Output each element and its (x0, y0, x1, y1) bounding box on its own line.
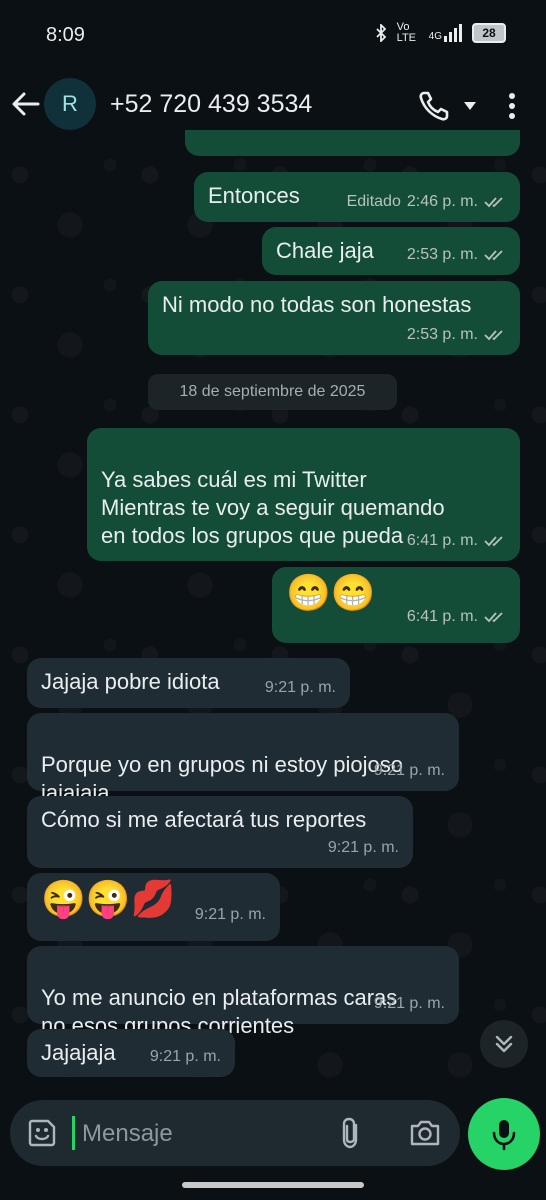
status-time: 8:09 (46, 24, 85, 46)
message-time: 6:41 p. m. (406, 608, 478, 625)
message-bubble[interactable]: Ya sabes cuál es mi Twitter Mientras te … (87, 428, 520, 561)
sticker-icon[interactable] (26, 1117, 58, 1149)
message-text: Ni modo no todas son honestas (162, 292, 472, 317)
battery-icon: 28 (472, 23, 506, 43)
message-meta: 9:21 p. m. (265, 674, 336, 702)
message-time: 6:41 p. m. (406, 532, 478, 549)
message-text: Entonces (208, 183, 300, 208)
double-check-icon (484, 197, 503, 208)
message-meta: 9:21 p. m. (328, 834, 399, 862)
message-time: 2:53 p. m. (406, 326, 478, 343)
message-text: Jajajaja (41, 1040, 116, 1065)
double-check-icon (484, 250, 503, 261)
phone-icon[interactable] (416, 88, 452, 124)
message-bubble[interactable]: 😁😁 6:41 p. m. (272, 567, 520, 643)
microphone-icon (492, 1120, 516, 1151)
message-time: 2:46 p. m. (406, 193, 478, 210)
message-input[interactable] (80, 1114, 324, 1154)
microphone-button[interactable] (468, 1098, 540, 1170)
system-nav-bar (0, 1176, 546, 1200)
message-text: Jajaja pobre idiota (41, 669, 220, 694)
double-check-icon (484, 612, 503, 623)
message-meta: 9:21 p. m. (374, 990, 445, 1018)
message-time: 9:21 p. m. (373, 995, 445, 1012)
message-bubble[interactable]: Ni modo no todas son honestas 2:53 p. m. (148, 281, 520, 355)
message-time: 2:53 p. m. (406, 246, 478, 263)
text-cursor (72, 1116, 75, 1150)
message-meta: 9:21 p. m. (374, 757, 445, 785)
message-text: Chale jaja (276, 238, 374, 263)
message-time: 9:21 p. m. (264, 679, 336, 696)
chevron-down-icon[interactable] (462, 100, 478, 112)
message-bubble[interactable]: Cómo si me afectará tus reportes 9:21 p.… (27, 796, 413, 868)
paperclip-icon[interactable] (336, 1116, 366, 1150)
bluetooth-icon (376, 24, 386, 42)
signal-label: 4G (428, 31, 442, 42)
message-meta: 6:41 p. m. (407, 597, 506, 637)
status-bar: 8:09 Vo LTE 4G 28 (0, 0, 546, 70)
avatar[interactable]: R (44, 78, 96, 130)
signal-icon: 4G (429, 24, 462, 42)
edited-label: Editado (346, 193, 401, 210)
status-icons: Vo LTE 4G 28 (375, 22, 506, 44)
contact-name[interactable]: +52 720 439 3534 (110, 90, 312, 119)
message-bubble[interactable]: Chale jaja 2:53 p. m. (262, 227, 520, 275)
message-time: 9:21 p. m. (194, 906, 266, 923)
message-time: 9:21 p. m. (149, 1048, 221, 1065)
message-text: Ya sabes cuál es mi Twitter Mientras te … (101, 467, 445, 548)
message-text: Cómo si me afectará tus reportes (41, 807, 367, 832)
date-divider: 18 de septiembre de 2025 (148, 374, 397, 410)
message-meta: 2:53 p. m. (407, 241, 506, 269)
camera-icon[interactable] (408, 1117, 442, 1149)
double-check-icon (484, 536, 503, 547)
message-meta: 6:41 p. m. (407, 527, 506, 555)
message-emoji: 😜😜💋 (41, 878, 176, 919)
home-indicator[interactable] (182, 1182, 364, 1188)
message-bubble[interactable]: 😜😜💋 9:21 p. m. (27, 873, 280, 941)
message-composer (10, 1100, 460, 1166)
avatar-letter: R (62, 91, 78, 116)
message-meta: 9:21 p. m. (195, 895, 266, 935)
scroll-to-bottom-button[interactable] (480, 1020, 528, 1068)
message-time: 9:21 p. m. (327, 839, 399, 856)
double-check-icon (484, 330, 503, 341)
message-meta: Editado 2:46 p. m. (347, 188, 506, 216)
message-time: 9:21 p. m. (373, 762, 445, 779)
message-meta: 9:21 p. m. (150, 1043, 221, 1071)
message-bubble[interactable]: Jajajaja 9:21 p. m. (27, 1029, 235, 1077)
message-bubble[interactable]: Entonces Editado 2:46 p. m. (194, 172, 520, 222)
message-bubble[interactable]: Porque yo en grupos ni estoy piojoso jaj… (27, 713, 459, 805)
double-chevron-down-icon (495, 1035, 513, 1053)
arrow-left-icon[interactable] (10, 88, 42, 120)
more-vertical-icon[interactable] (500, 88, 524, 124)
network-label: Vo LTE (396, 21, 417, 44)
message-meta: 2:53 p. m. (407, 321, 506, 349)
message-emoji: 😁😁 (286, 572, 376, 613)
message-bubble[interactable]: Jajaja pobre idiota 9:21 p. m. (27, 658, 350, 708)
message-bubble[interactable]: Yo me anuncio en plataformas caras no es… (27, 946, 459, 1038)
message-bubble-partial[interactable] (185, 130, 520, 156)
